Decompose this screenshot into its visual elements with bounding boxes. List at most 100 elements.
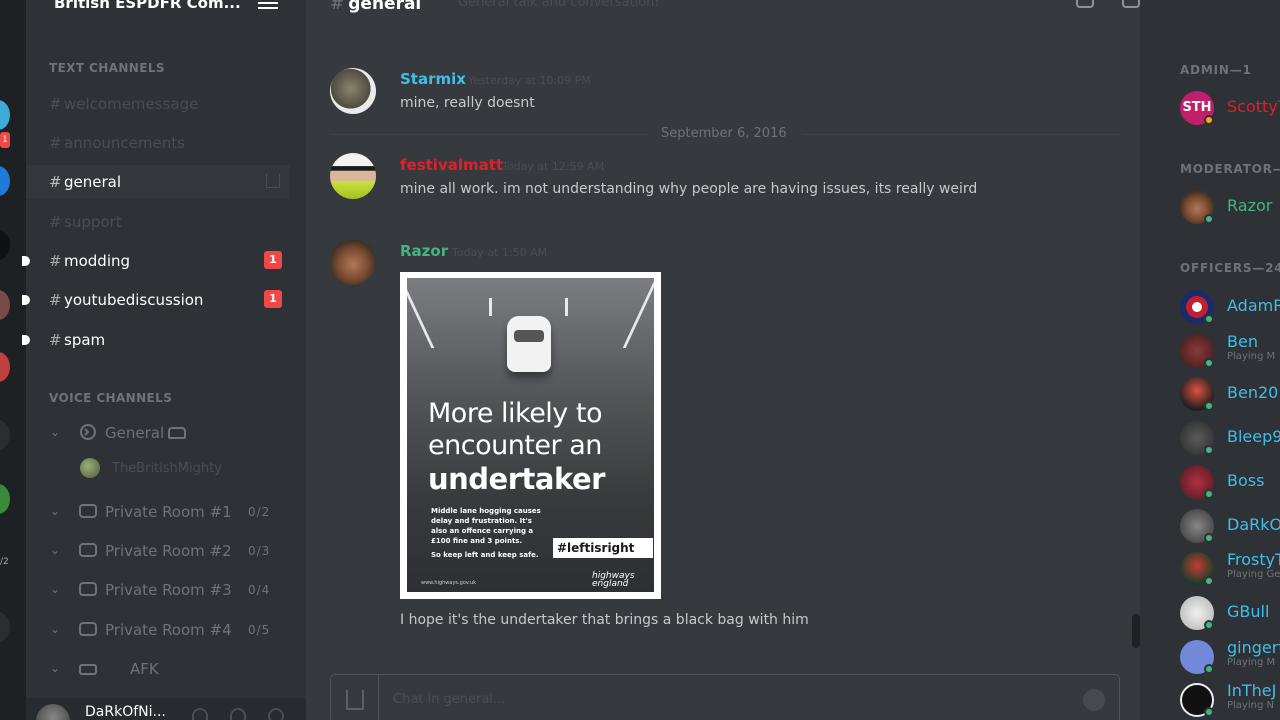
emoji-icon[interactable] — [1083, 689, 1105, 711]
avatar[interactable] — [330, 153, 376, 199]
channel-announcements[interactable]: # announcements — [26, 126, 290, 160]
message-author[interactable]: festivalmatt — [400, 156, 503, 174]
chevron-down-icon[interactable]: ⌄ — [50, 425, 60, 439]
server-label: /2 — [0, 557, 9, 567]
channel-label: spam — [64, 331, 106, 349]
status-indicator — [1204, 401, 1214, 411]
hash-icon: # — [330, 0, 345, 14]
message-input[interactable]: Chat in general... — [393, 692, 505, 707]
member-name: Ben20 — [1227, 383, 1279, 402]
member-item[interactable]: GBull — [1180, 596, 1280, 632]
member-item[interactable]: Bleep9 — [1180, 421, 1280, 457]
hash-icon: # — [49, 331, 62, 349]
message-author[interactable]: Razor — [400, 242, 448, 260]
mention-badge: 1 — [264, 251, 282, 269]
message-author[interactable]: Starmix — [400, 70, 466, 88]
role-header-officers: OFFICERS—24 — [1180, 261, 1280, 275]
menu-icon[interactable] — [258, 0, 278, 9]
member-item[interactable]: Ben20 — [1180, 377, 1280, 413]
headphones-icon[interactable] — [230, 708, 246, 720]
chevron-down-icon[interactable]: ⌄ — [50, 504, 60, 518]
avatar[interactable] — [330, 68, 376, 114]
voice-channel-private-4[interactable]: ⌄ Private Room #4 0/5 — [26, 616, 290, 646]
poster-headline-1: More likely to — [428, 398, 602, 429]
avatar[interactable] — [330, 239, 376, 285]
upload-button[interactable] — [331, 675, 379, 720]
channel-general[interactable]: # general — [26, 165, 290, 199]
channel-modding[interactable]: # modding 1 — [22, 244, 290, 278]
member-item[interactable]: AdamR — [1180, 290, 1280, 326]
chevron-down-icon[interactable]: ⌄ — [50, 622, 60, 636]
member-name: ScottyT — [1227, 97, 1280, 116]
role-header-admin: ADMIN—1 — [1180, 63, 1252, 77]
member-name: Razor — [1227, 196, 1273, 215]
server-icon[interactable] — [0, 484, 10, 514]
member-name: Ben — [1227, 332, 1258, 351]
voice-channel-general[interactable]: ⌄ General — [26, 419, 290, 449]
server-name: British ESPDFR Com... — [54, 0, 241, 12]
scrollbar[interactable] — [1132, 614, 1140, 648]
channel-welcomemessage[interactable]: # welcomemessage — [26, 87, 290, 121]
image-attachment[interactable]: More likely to encounter an undertaker M… — [400, 272, 661, 599]
server-icon[interactable] — [0, 290, 10, 320]
server-icon[interactable] — [0, 230, 10, 260]
member-name: AdamR — [1227, 296, 1280, 315]
server-icon[interactable] — [0, 352, 10, 382]
voice-channel-afk[interactable]: ⌄ AFK — [26, 655, 290, 685]
pin-icon[interactable] — [1122, 0, 1140, 8]
poster-body-text-2: So keep left and keep safe. — [431, 551, 539, 559]
channel-title: # general — [330, 0, 421, 14]
status-indicator — [1204, 445, 1214, 455]
channel-sidebar: British ESPDFR Com... TEXT CHANNELS # we… — [22, 0, 306, 720]
voice-channel-private-2[interactable]: ⌄ Private Room #2 0/3 — [26, 537, 290, 567]
voice-channels-header[interactable]: VOICE CHANNELS — [49, 391, 172, 405]
avatar[interactable] — [36, 704, 70, 720]
hash-icon: # — [49, 213, 62, 231]
voice-channel-label: AFK — [130, 660, 159, 678]
server-icon[interactable] — [0, 420, 10, 450]
server-icon[interactable] — [0, 100, 10, 130]
channel-support[interactable]: # support — [26, 205, 290, 239]
member-item[interactable]: gingert Playing M — [1180, 638, 1280, 676]
member-name: DaRkO — [1227, 515, 1280, 534]
member-item[interactable]: InTheJ Playing N — [1180, 681, 1280, 719]
notification-bell-icon[interactable] — [1076, 0, 1094, 8]
member-name: gingert — [1227, 638, 1280, 657]
poster-body: Middle lane hogging causes delay and fru… — [431, 506, 549, 560]
status-indicator — [1204, 620, 1214, 630]
discord-window: 1 /2 British ESPDFR Com... TEXT CHANNELS… — [0, 0, 1280, 720]
speaker-icon — [79, 582, 97, 596]
chevron-down-icon[interactable]: ⌄ — [50, 543, 60, 557]
settings-icon[interactable] — [268, 708, 284, 720]
server-header[interactable]: British ESPDFR Com... — [26, 0, 306, 14]
voice-channel-private-3[interactable]: ⌄ Private Room #3 0/4 — [26, 576, 290, 606]
server-icon[interactable] — [0, 166, 10, 196]
text-channels-header[interactable]: TEXT CHANNELS — [49, 61, 165, 75]
message-composer[interactable]: Chat in general... — [330, 674, 1120, 720]
chevron-down-icon[interactable]: ⌄ — [50, 661, 60, 675]
chat-header: # general General talk and conversation! — [306, 0, 1280, 14]
member-item[interactable]: Boss — [1180, 465, 1280, 501]
channel-spam[interactable]: # spam — [22, 323, 290, 357]
create-invite-icon[interactable] — [266, 174, 280, 188]
chevron-down-icon[interactable]: ⌄ — [50, 582, 60, 596]
member-item[interactable]: Ben Playing M — [1180, 332, 1280, 370]
mention-badge: 1 — [264, 290, 282, 308]
server-icon[interactable] — [0, 612, 10, 642]
voice-channel-label: Private Room #3 — [105, 581, 232, 599]
date-divider: September 6, 2016 — [330, 124, 1120, 144]
status-indicator — [1204, 115, 1214, 125]
status-indicator — [1204, 314, 1214, 324]
member-item[interactable]: FrostyT Playing Ge — [1180, 550, 1280, 588]
road-marking — [489, 298, 492, 316]
road-marking — [407, 278, 435, 348]
member-activity: Playing N — [1227, 700, 1274, 711]
microphone-icon[interactable] — [192, 708, 208, 720]
member-name: Bleep9 — [1227, 427, 1280, 446]
member-item[interactable]: DaRkO — [1180, 509, 1280, 545]
channel-youtubediscussion[interactable]: # youtubediscussion 1 — [22, 283, 290, 317]
message-text: mine, really doesnt — [400, 95, 535, 111]
voice-channel-private-1[interactable]: ⌄ Private Room #1 0/2 — [26, 498, 290, 528]
member-item[interactable]: Razor — [1180, 190, 1280, 226]
member-item[interactable]: STH ScottyT — [1180, 91, 1280, 127]
